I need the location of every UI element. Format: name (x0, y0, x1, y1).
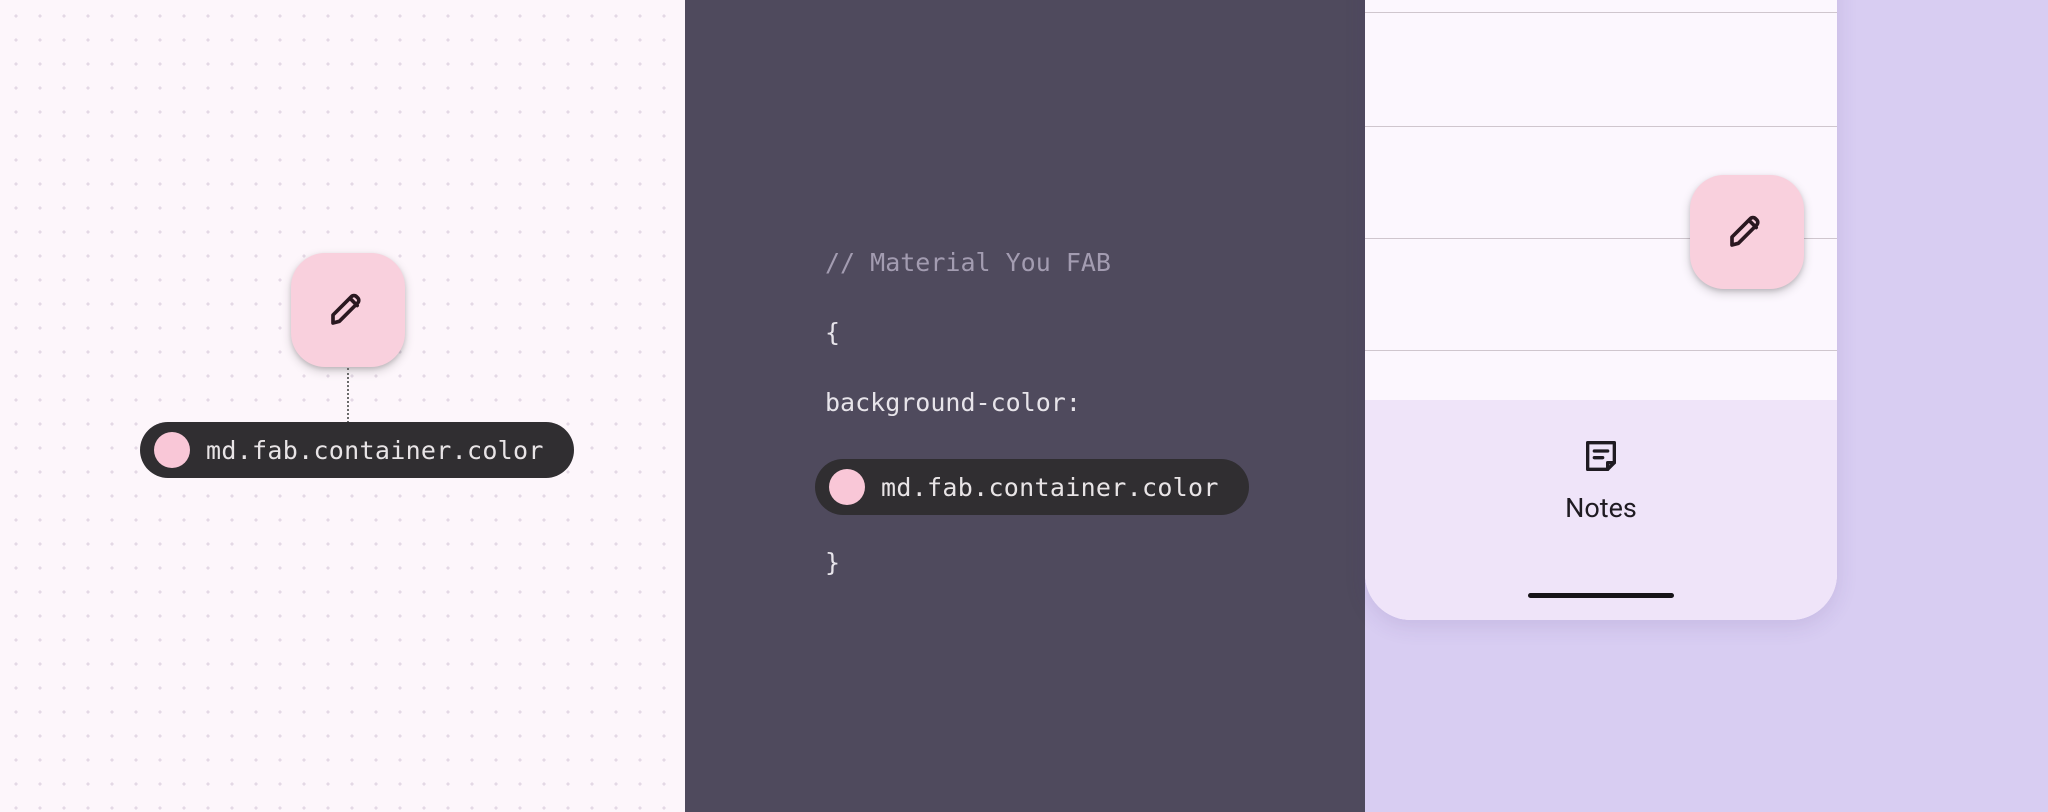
home-indicator (1528, 593, 1674, 598)
design-canvas: md.fab.container.color (0, 0, 685, 812)
color-swatch (829, 469, 865, 505)
fab-edit-button[interactable] (1690, 175, 1804, 289)
token-name-label: md.fab.container.color (881, 470, 1219, 505)
app-preview-panel: Notes (1365, 0, 2048, 812)
note-rule-line (1365, 12, 1837, 13)
code-brace-open: { (825, 315, 1249, 350)
color-swatch (154, 432, 190, 468)
pencil-icon (1727, 210, 1767, 254)
code-comment: // Material You FAB (825, 245, 1249, 280)
code-panel: // Material You FAB { background-color: … (685, 0, 1365, 812)
code-token-chip: md.fab.container.color (815, 459, 1249, 515)
design-token-chip: md.fab.container.color (140, 422, 574, 478)
code-brace-close: } (825, 545, 1249, 580)
note-rule-line (1365, 350, 1837, 351)
device-frame: Notes (1365, 0, 1837, 620)
pencil-icon (328, 288, 368, 332)
bottom-navigation: Notes (1365, 400, 1837, 620)
code-property: background-color: (825, 385, 1249, 420)
nav-item-label[interactable]: Notes (1565, 492, 1637, 524)
note-rule-line (1365, 126, 1837, 127)
fab-design-preview (291, 253, 405, 367)
note-icon[interactable] (1581, 436, 1621, 480)
token-name-label: md.fab.container.color (206, 436, 544, 465)
token-connector-line (347, 368, 349, 423)
code-block: // Material You FAB { background-color: … (825, 245, 1249, 615)
